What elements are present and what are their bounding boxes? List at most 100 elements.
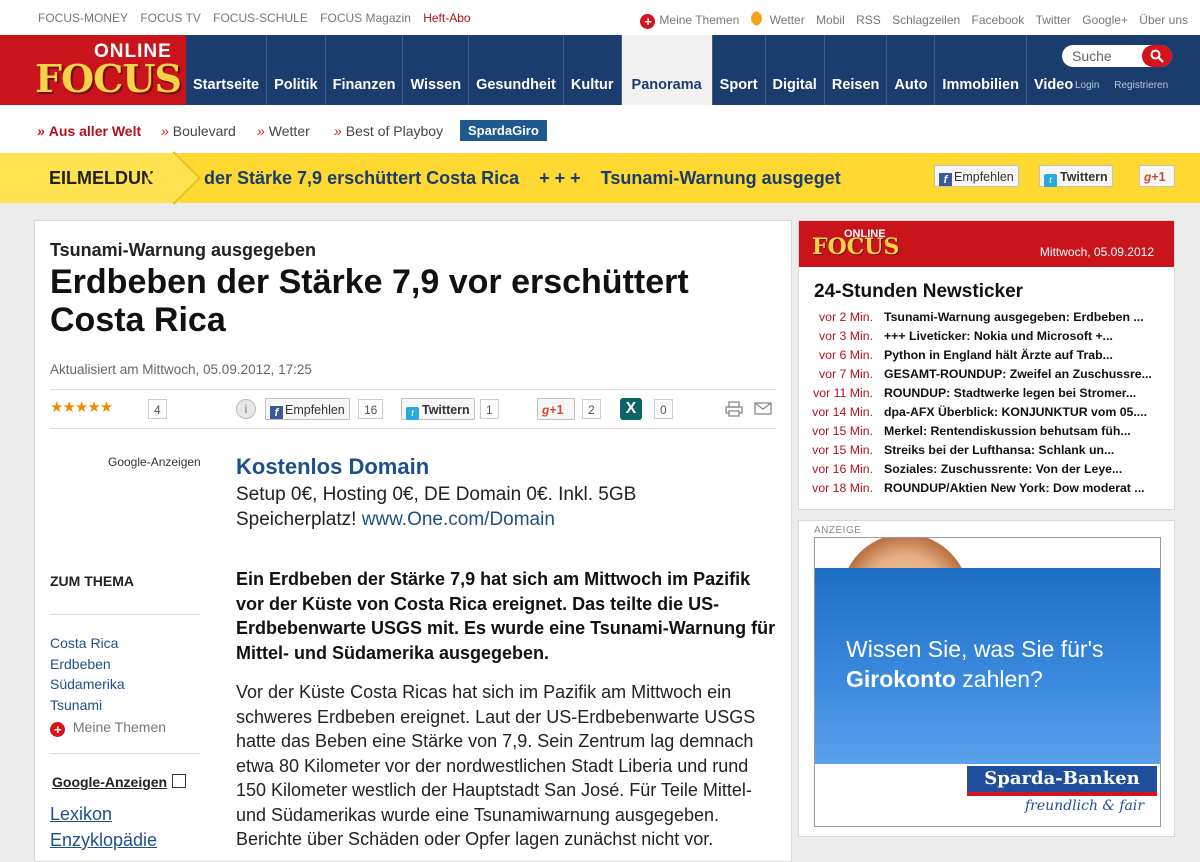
search-input[interactable]: Suche: [1072, 48, 1112, 64]
subnav-wetter[interactable]: » Wetter: [257, 123, 310, 139]
nav-startseite[interactable]: Startseite: [186, 35, 268, 105]
rating-stars[interactable]: ★★★★★: [50, 398, 113, 416]
list-item[interactable]: vor 18 Min. ROUNDUP/Aktien New York: Dow …: [799, 481, 1174, 500]
toplink-focus-schule[interactable]: FOCUS-SCHULE: [213, 11, 308, 25]
facebook-icon: f: [939, 173, 952, 186]
nav-auto[interactable]: Auto: [887, 35, 936, 105]
newsticker-header: ONLINE FOCUS Mittwoch, 05.09.2012: [799, 221, 1174, 267]
gplus-button[interactable]: g+1: [1139, 165, 1175, 187]
toplink-rss[interactable]: RSS: [856, 13, 881, 27]
subnav-aus-aller-welt[interactable]: » Aus aller Welt: [37, 123, 141, 139]
item-time: vor 2 Min.: [819, 310, 873, 324]
toplink-facebook[interactable]: Facebook: [972, 13, 1025, 27]
nav-kultur[interactable]: Kultur: [564, 35, 622, 105]
newsticker-date: Mittwoch, 05.09.2012: [1039, 245, 1154, 259]
nav-digital[interactable]: Digital: [766, 35, 825, 105]
toplink-mobil[interactable]: Mobil: [816, 13, 845, 27]
nav-immobilien[interactable]: Immobilien: [935, 35, 1027, 105]
nav-wissen[interactable]: Wissen: [403, 35, 470, 105]
toplink-focus-magazin[interactable]: FOCUS Magazin: [320, 11, 411, 25]
newsticker-list: vor 2 Min. Tsunami-Warnung ausgegeben: Er…: [799, 310, 1174, 500]
xing-icon[interactable]: X: [620, 398, 642, 420]
google-ads-link[interactable]: Google-Anzeigen: [52, 774, 167, 790]
toplink-ueber-uns[interactable]: Über uns: [1139, 13, 1188, 27]
sparda-banner-ad[interactable]: Wissen Sie, was Sie für's Girokonto zahl…: [814, 537, 1161, 827]
list-item[interactable]: vor 2 Min. Tsunami-Warnung ausgegeben: Er…: [799, 310, 1174, 329]
item-headline[interactable]: dpa-AFX Überblick: KONJUNKTUR vom 05....: [884, 405, 1159, 419]
list-item[interactable]: vor 11 Min. ROUNDUP: Stadtwerke legen bei…: [799, 386, 1174, 405]
article-card: Tsunami-Warnung ausgegeben Erdbeben der …: [34, 220, 792, 862]
subnav-boulevard[interactable]: » Boulevard: [161, 123, 236, 139]
ad-link-enzyklopaedie[interactable]: Enzyklopädie: [50, 827, 157, 853]
nav-sport[interactable]: Sport: [713, 35, 766, 105]
tweet-button[interactable]: t Twittern: [1039, 165, 1113, 187]
top-links-right: + Meine Themen Wetter Mobil RSS Schlagzei…: [632, 11, 1188, 29]
facebook-like-button[interactable]: f Empfehlen: [265, 398, 350, 420]
subnav-best-of-playboy[interactable]: » Best of Playboy: [334, 123, 443, 139]
list-item[interactable]: vor 15 Min. Streiks bei der Lufthansa: Sc…: [799, 443, 1174, 462]
item-headline[interactable]: Merkel: Rentendiskussion behutsam füh...: [884, 424, 1159, 438]
sparda-logo: Sparda-Banken: [967, 766, 1157, 792]
list-item[interactable]: vor 14 Min. dpa-AFX Überblick: KONJUNKTUR…: [799, 405, 1174, 424]
logo-focus: FOCUS: [812, 234, 900, 260]
text-ad-link[interactable]: www.One.com/Domain: [362, 509, 555, 530]
tweet-button[interactable]: t Twittern: [401, 398, 475, 420]
article-updated: Aktualisiert am Mittwoch, 05.09.2012, 17…: [50, 362, 312, 377]
list-item[interactable]: vor 7 Min. GESAMT-ROUNDUP: Zweifel an Zus…: [799, 367, 1174, 386]
article-lead: Ein Erdbeben der Stärke 7,9 hat sich am …: [236, 569, 776, 663]
login-link[interactable]: Login: [1075, 80, 1099, 91]
item-headline[interactable]: ROUNDUP/Aktien New York: Dow moderat ...: [884, 481, 1159, 495]
wetter-link[interactable]: Wetter: [750, 11, 805, 27]
toplink-heft-abo[interactable]: Heft-Abo: [423, 11, 470, 25]
item-headline[interactable]: +++ Liveticker: Nokia und Microsoft +...: [884, 329, 1159, 343]
search-button[interactable]: [1142, 45, 1172, 67]
top-link-bar: FOCUS-MONEY FOCUS TV FOCUS-SCHULE FOCUS …: [0, 0, 1200, 36]
list-item[interactable]: vor 6 Min. Python in England hält Ärzte a…: [799, 348, 1174, 367]
weather-icon: [750, 11, 766, 26]
topic-link-suedamerika[interactable]: Südamerika: [50, 674, 125, 695]
ad-link-lexikon[interactable]: Lexikon: [50, 801, 157, 827]
item-headline[interactable]: ROUNDUP: Stadtwerke legen bei Stromer...: [884, 386, 1159, 400]
banner-line2-rest: zahlen?: [955, 666, 1043, 692]
register-link[interactable]: Registrieren: [1114, 80, 1168, 91]
topic-link-tsunami[interactable]: Tsunami: [50, 695, 125, 716]
list-item[interactable]: vor 16 Min. Soziales: Zuschussrente: Von …: [799, 462, 1174, 481]
spardagiro-badge[interactable]: SpardaGiro: [460, 120, 547, 141]
nav-politik[interactable]: Politik: [267, 35, 326, 105]
item-headline[interactable]: GESAMT-ROUNDUP: Zweifel an Zuschussre...: [884, 367, 1159, 381]
item-time: vor 6 Min.: [819, 348, 873, 362]
toplink-focus-tv[interactable]: FOCUS TV: [140, 11, 200, 25]
toplink-twitter[interactable]: Twitter: [1036, 13, 1071, 27]
toplink-focus-money[interactable]: FOCUS-MONEY: [38, 11, 128, 25]
toplink-schlagzeilen[interactable]: Schlagzeilen: [892, 13, 960, 27]
breaking-ticker[interactable]: der Stärke 7,9 erschüttert Costa Rica + …: [204, 168, 876, 189]
plus-circle-icon: +: [50, 722, 65, 737]
item-time: vor 16 Min.: [812, 462, 873, 476]
list-item[interactable]: vor 15 Min. Merkel: Rentendiskussion behu…: [799, 424, 1174, 443]
item-headline[interactable]: Soziales: Zuschussrente: Von der Leye...: [884, 462, 1159, 476]
share-bar: ★★★★★ 4 i f Empfehlen 16 t Twittern 1 g+1 …: [50, 389, 776, 429]
facebook-like-button[interactable]: f Empfehlen: [934, 165, 1019, 187]
item-headline[interactable]: Python in England hält Ärzte auf Trab...: [884, 348, 1159, 362]
item-headline[interactable]: Streiks bei der Lufthansa: Schlank un...: [884, 443, 1159, 457]
topic-link-costa-rica[interactable]: Costa Rica: [50, 633, 125, 654]
print-icon[interactable]: [725, 401, 743, 417]
topic-link-erdbeben[interactable]: Erdbeben: [50, 654, 125, 675]
nav-reisen[interactable]: Reisen: [825, 35, 888, 105]
meine-themen-link[interactable]: + Meine Themen: [640, 13, 739, 29]
search-box[interactable]: Suche: [1062, 45, 1172, 67]
info-icon[interactable]: i: [236, 399, 256, 419]
gplus-button[interactable]: g+1: [537, 398, 575, 420]
item-time: vor 11 Min.: [813, 386, 873, 400]
nav-gesundheit[interactable]: Gesundheit: [469, 35, 564, 105]
text-ad-title[interactable]: Kostenlos Domain: [236, 454, 429, 480]
meine-themen-add[interactable]: + Meine Themen: [50, 719, 166, 737]
mail-icon[interactable]: [754, 402, 772, 415]
toplink-googleplus[interactable]: Google+: [1082, 13, 1128, 27]
list-item[interactable]: vor 3 Min. +++ Liveticker: Nokia und Micr…: [799, 329, 1174, 348]
nav-panorama[interactable]: Panorama: [621, 35, 713, 105]
external-link-icon[interactable]: [172, 774, 186, 788]
focus-online-logo[interactable]: ONLINE FOCUS: [0, 35, 186, 105]
item-headline[interactable]: Tsunami-Warnung ausgegeben: Erdbeben ...: [884, 310, 1159, 324]
nav-finanzen[interactable]: Finanzen: [326, 35, 404, 105]
